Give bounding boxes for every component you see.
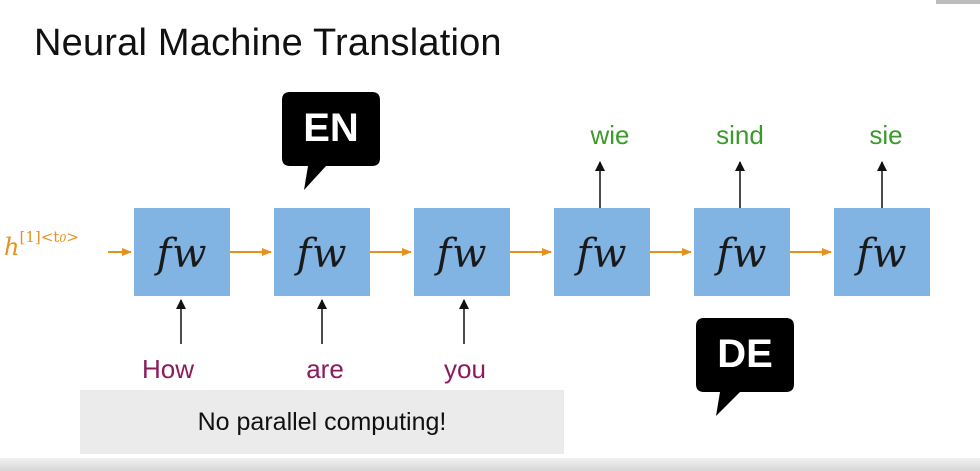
hidden-state-label: h[1]<t0> [4, 228, 79, 261]
rnn-cell-2: fw [274, 208, 370, 296]
rnn-cell-3: fw [414, 208, 510, 296]
rnn-cell-5: fw [694, 208, 790, 296]
slide: Neural Machine Translation h[1]<t0> fw f… [0, 0, 980, 471]
cell-label: fw [296, 231, 348, 277]
cell-label: fw [716, 231, 768, 277]
target-language-label: DE [717, 332, 773, 376]
output-word-wie: wie [590, 120, 630, 150]
rnn-cell-6: fw [834, 208, 930, 296]
source-language-label: EN [303, 106, 359, 150]
note-text: No parallel computing! [197, 407, 447, 436]
input-word-you: you [444, 354, 486, 384]
rnn-cell-4: fw [554, 208, 650, 296]
rnn-cell-1: fw [134, 208, 230, 296]
corner-mark [936, 0, 980, 4]
input-word-are: are [306, 354, 344, 384]
bottom-bar [0, 458, 980, 471]
cell-label: fw [156, 231, 208, 277]
cell-label: fw [856, 231, 908, 277]
input-word-how: How [141, 354, 194, 384]
cell-label: fw [436, 231, 488, 277]
output-word-sie: sie [869, 120, 903, 150]
output-word-sind: sind [716, 120, 764, 150]
note-box: No parallel computing! [80, 390, 564, 454]
cell-label: fw [576, 231, 628, 277]
